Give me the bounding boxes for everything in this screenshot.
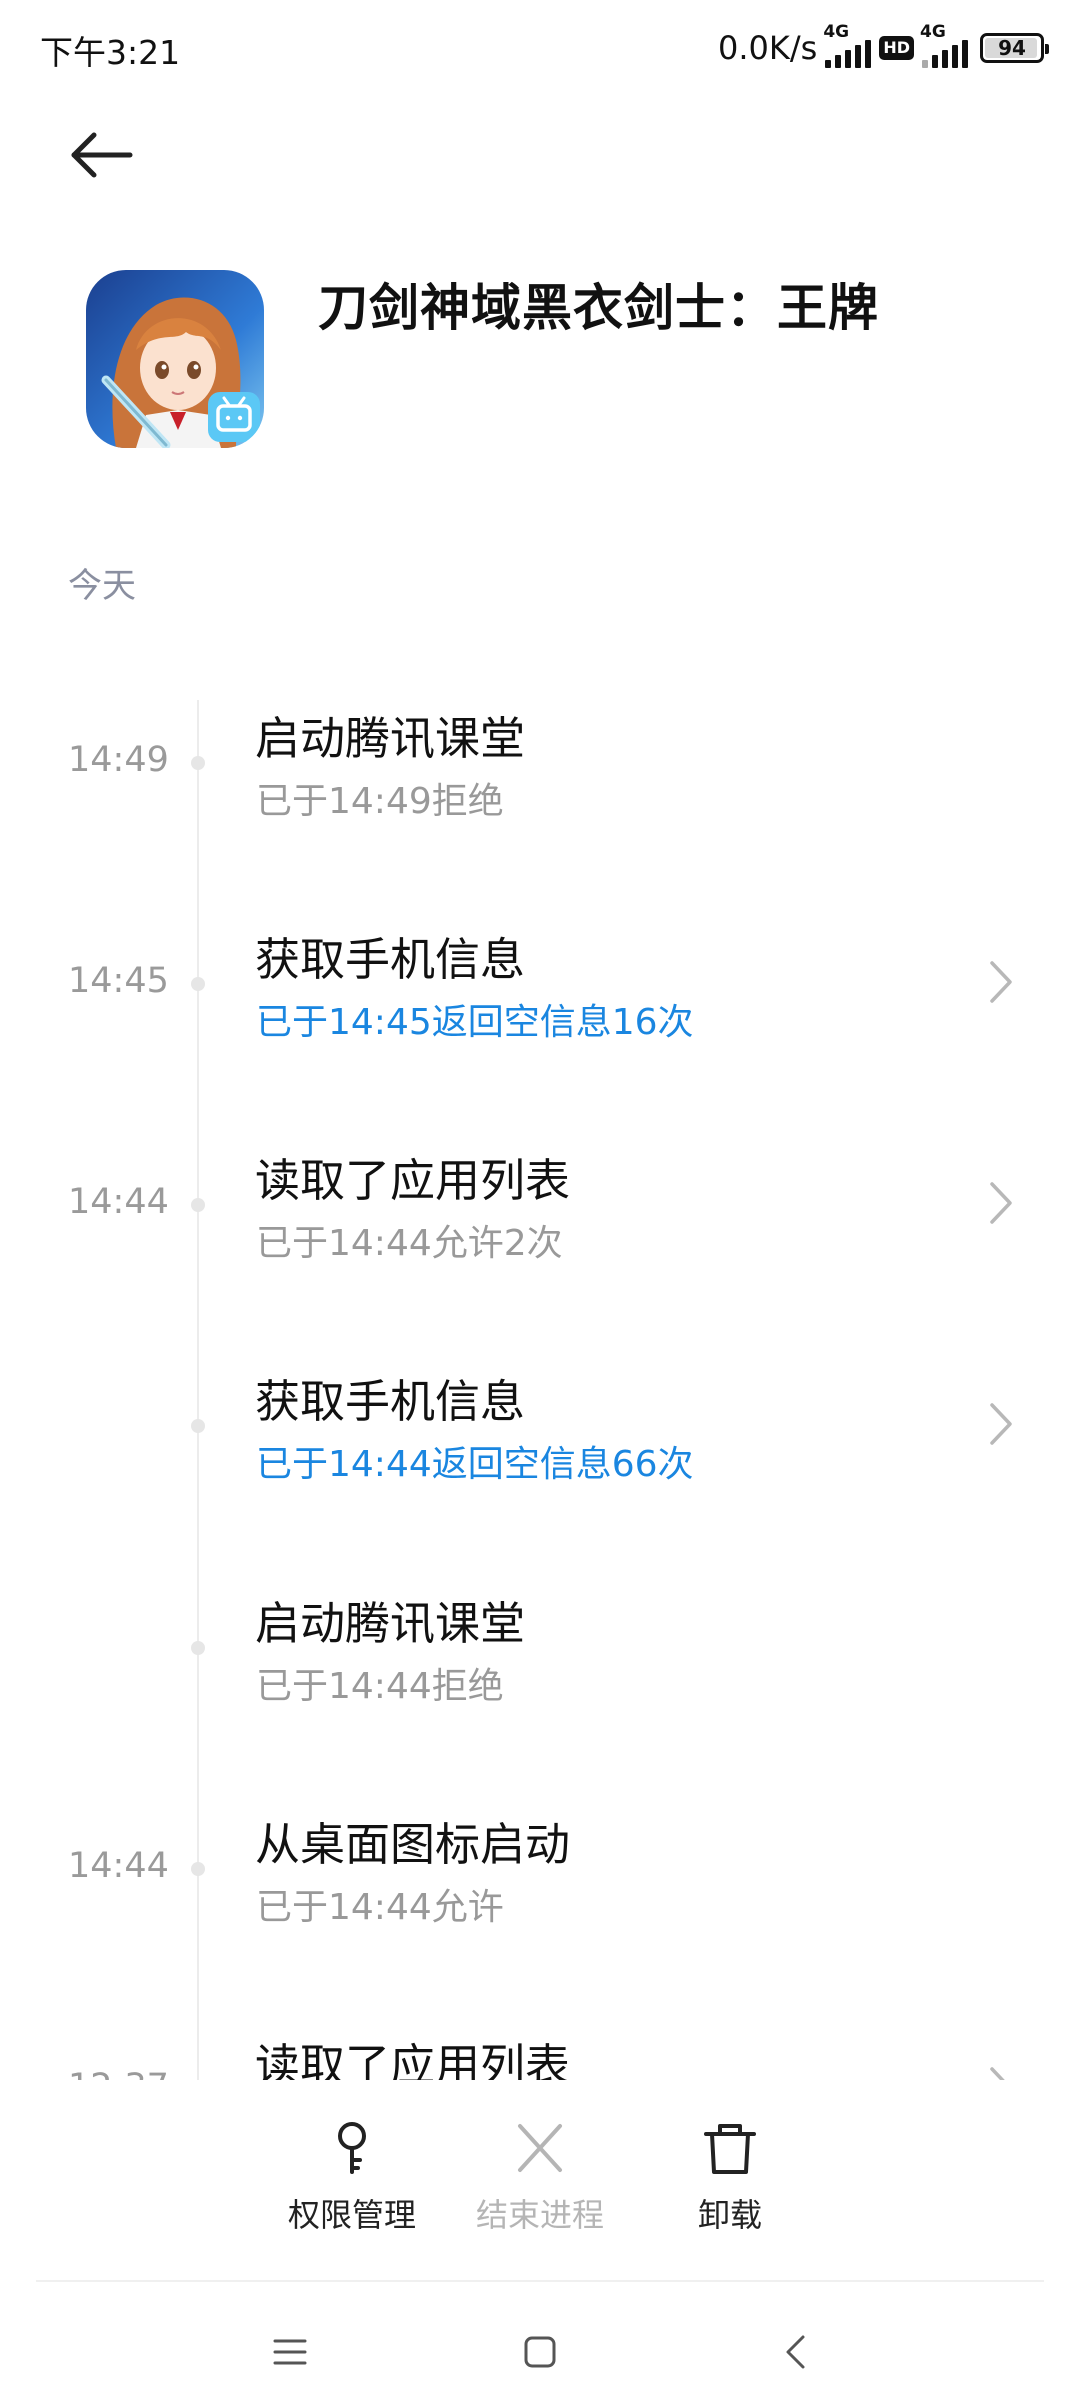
timeline-entry[interactable]: 14:45 获取手机信息 已于14:45返回空信息16次	[0, 933, 1080, 1119]
action-bar: 权限管理 结束进程 卸载	[0, 2080, 1080, 2280]
timeline-dot	[191, 1419, 205, 1433]
timeline-entry[interactable]: 14:44 读取了应用列表 已于14:44允许2次	[0, 1154, 1080, 1340]
timeline-entry[interactable]: 12:37 读取了应用列表	[0, 2039, 1080, 2080]
menu-icon	[273, 2339, 307, 2365]
timeline-entry: 14:44 从桌面图标启动 已于14:44允许	[0, 1818, 1080, 2004]
timeline-entry: 启动腾讯课堂 已于14:44拒绝	[0, 1597, 1080, 1783]
kill-process-label: 结束进程	[475, 2196, 604, 2234]
kill-process-button[interactable]: 结束进程	[450, 2120, 630, 2236]
entry-time: 12:37	[68, 2067, 169, 2080]
menu-button[interactable]	[260, 2322, 320, 2382]
chevron-right-icon	[990, 1182, 1012, 1224]
timeline-dot	[191, 977, 205, 991]
trash-icon	[704, 2124, 756, 2174]
entry-subtitle: 已于14:44返回空信息66次	[256, 1444, 694, 1485]
timeline-dot	[191, 1862, 205, 1876]
chevron-right-icon	[990, 2067, 1005, 2080]
key-icon	[338, 2122, 366, 2174]
home-button[interactable]	[510, 2322, 570, 2382]
entry-subtitle: 已于14:45返回空信息16次	[256, 1002, 694, 1043]
entry-subtitle: 已于14:44拒绝	[256, 1666, 504, 1707]
uninstall-label: 卸载	[697, 2196, 762, 2234]
entry-title: 获取手机信息	[255, 933, 526, 986]
timeline-entry[interactable]: 获取手机信息 已于14:44返回空信息66次	[0, 1375, 1080, 1561]
entry-title: 从桌面图标启动	[255, 1818, 571, 1871]
chevron-left-icon	[786, 2335, 805, 2369]
timeline-dot	[191, 1198, 205, 1212]
entry-time: 14:45	[68, 961, 169, 1001]
entry-time: 14:44	[68, 1182, 169, 1222]
close-icon	[518, 2124, 562, 2172]
entry-title: 获取手机信息	[255, 1375, 526, 1428]
chevron-right-icon	[990, 961, 1012, 1003]
entry-time: 14:49	[68, 740, 169, 780]
timeline-dot	[191, 756, 205, 770]
home-icon	[524, 2336, 556, 2368]
entry-title: 启动腾讯课堂	[255, 1597, 526, 1650]
uninstall-button[interactable]: 卸载	[640, 2120, 820, 2236]
permissions-button[interactable]: 权限管理	[262, 2120, 442, 2236]
timeline: 14:49 启动腾讯课堂 已于14:49拒绝 14:45 获取手机信息 已于14…	[0, 0, 1080, 2080]
nav-back-button[interactable]	[765, 2322, 825, 2382]
entry-title: 读取了应用列表	[255, 1154, 571, 1207]
entry-subtitle: 已于14:44允许2次	[256, 1223, 563, 1264]
timeline-entry: 14:49 启动腾讯课堂 已于14:49拒绝	[0, 712, 1080, 898]
entry-title: 读取了应用列表	[255, 2039, 571, 2080]
permissions-label: 权限管理	[287, 2196, 416, 2234]
navigation-bar	[0, 2282, 1080, 2400]
chevron-right-icon	[990, 1403, 1012, 1445]
entry-subtitle: 已于14:44允许	[256, 1887, 504, 1928]
entry-subtitle: 已于14:49拒绝	[256, 781, 504, 822]
entry-title: 启动腾讯课堂	[255, 712, 526, 765]
entry-time: 14:44	[68, 1846, 169, 1886]
timeline-dot	[191, 1641, 205, 1655]
